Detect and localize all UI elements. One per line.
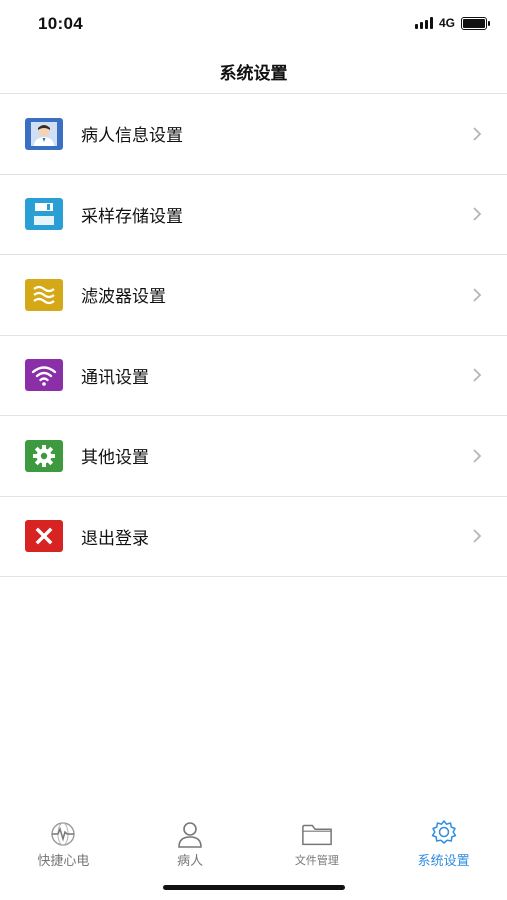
folder-icon — [301, 820, 333, 848]
battery-icon — [461, 16, 490, 30]
chevron-right-icon — [473, 368, 482, 382]
wifi-icon — [25, 359, 63, 392]
menu-item-patient-info[interactable]: 病人信息设置 — [0, 94, 507, 175]
chevron-right-icon — [473, 529, 482, 543]
tab-label: 系统设置 — [417, 854, 470, 869]
status-indicators: 4G — [414, 16, 490, 30]
ecg-globe-icon — [47, 820, 79, 848]
menu-item-logout[interactable]: 退出登录 — [0, 497, 507, 577]
tab-file-management[interactable]: 文件管理 — [254, 812, 381, 872]
nav-bar: 系统设置 — [0, 50, 507, 94]
wave-filter-icon — [25, 278, 63, 311]
tab-label: 文件管理 — [294, 854, 339, 867]
network-type: 4G — [438, 16, 455, 30]
bottom-tab-bar: 快捷心电 病人 文件管理 系统设置 — [0, 812, 507, 872]
menu-item-label: 退出登录 — [81, 528, 149, 549]
chevron-right-icon — [473, 288, 482, 302]
status-time: 10:04 — [38, 14, 83, 33]
doctor-avatar-icon — [25, 117, 63, 150]
menu-item-sampling-storage[interactable]: 采样存储设置 — [0, 175, 507, 255]
tab-label: 快捷心电 — [37, 854, 90, 869]
menu-item-label: 采样存储设置 — [81, 206, 183, 227]
tab-quick-ecg[interactable]: 快捷心电 — [0, 812, 127, 872]
gear-icon — [25, 439, 63, 472]
menu-item-label: 病人信息设置 — [81, 126, 183, 147]
menu-item-label: 滤波器设置 — [81, 287, 166, 308]
tab-label: 病人 — [177, 854, 204, 869]
floppy-disk-icon — [25, 198, 63, 231]
page-title: 系统设置 — [219, 64, 288, 84]
menu-item-other[interactable]: 其他设置 — [0, 416, 507, 497]
menu-item-filter[interactable]: 滤波器设置 — [0, 255, 507, 336]
menu-item-communication[interactable]: 通讯设置 — [0, 336, 507, 416]
tab-patient[interactable]: 病人 — [127, 812, 254, 872]
status-bar: 10:04 4G — [0, 0, 507, 50]
person-icon — [174, 820, 206, 848]
signal-icon — [414, 17, 433, 29]
home-indicator[interactable] — [163, 885, 345, 890]
tab-system-settings[interactable]: 系统设置 — [380, 812, 507, 872]
settings-menu: 病人信息设置 采样存储设置 滤波器设置 通讯设置 其他设置 退出登录 — [0, 94, 507, 577]
chevron-right-icon — [473, 207, 482, 221]
chevron-right-icon — [473, 449, 482, 463]
menu-item-label: 其他设置 — [81, 448, 149, 469]
menu-item-label: 通讯设置 — [81, 367, 149, 388]
chevron-right-icon — [473, 127, 482, 141]
gear-outline-icon — [428, 820, 460, 848]
close-icon — [25, 520, 63, 553]
